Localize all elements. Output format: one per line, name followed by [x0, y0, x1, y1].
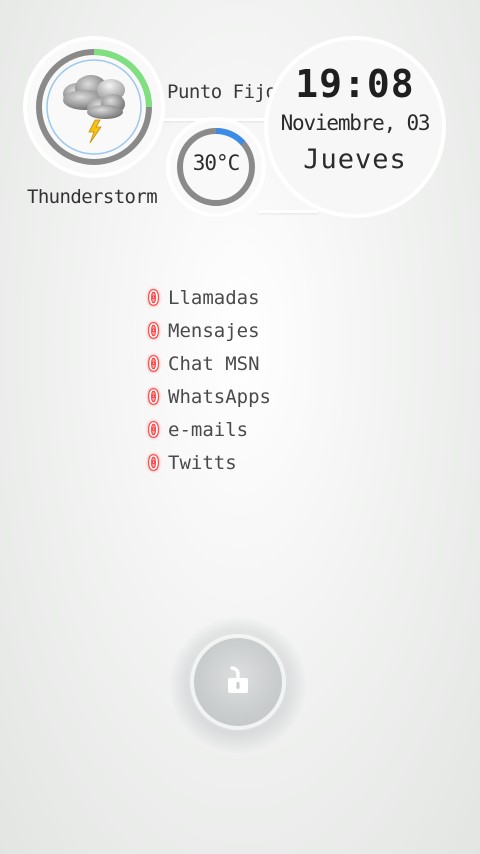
weather-widget[interactable]	[27, 40, 161, 174]
notification-whatsapp[interactable]: 0 WhatsApps	[146, 380, 271, 413]
notification-twitts[interactable]: 0 Twitts	[146, 446, 271, 479]
notification-count-badge: 0	[147, 450, 160, 475]
notification-count-badge: 0	[147, 351, 160, 376]
clock-widget[interactable]: 19:08 Noviembre, 03 Jueves	[268, 40, 442, 214]
notification-emails[interactable]: 0 e-mails	[146, 413, 271, 446]
notification-count-badge: 0	[147, 318, 160, 343]
unlock-button[interactable]	[194, 638, 282, 726]
notification-label: Mensajes	[168, 319, 260, 342]
clock-time: 19:08	[295, 62, 415, 106]
notification-label: Chat MSN	[168, 352, 260, 375]
clock-day: Jueves	[303, 144, 407, 175]
notification-count-badge: 0	[147, 417, 160, 442]
notification-count-badge: 0	[147, 285, 160, 310]
clock-date: Noviembre, 03	[280, 111, 431, 135]
notification-calls[interactable]: 0 Llamadas	[146, 281, 271, 314]
temperature-value: 30°C	[192, 151, 241, 175]
unlock-icon	[228, 666, 248, 693]
temperature-widget[interactable]: 30°C	[170, 121, 262, 213]
notification-list: 0 Llamadas 0 Mensajes 0 Chat MSN 0 Whats…	[146, 281, 271, 479]
notification-label: WhatsApps	[168, 385, 271, 408]
notification-messages[interactable]: 0 Mensajes	[146, 314, 271, 347]
notification-msn[interactable]: 0 Chat MSN	[146, 347, 271, 380]
notification-count-badge: 0	[147, 384, 160, 409]
thunderstorm-icon	[63, 75, 125, 144]
notification-label: e-mails	[168, 418, 249, 441]
notification-label: Twitts	[168, 451, 237, 474]
notification-label: Llamadas	[168, 286, 260, 309]
weather-condition: Thunderstorm	[27, 186, 158, 208]
connector-temp-clock	[258, 210, 318, 213]
city-name: Punto Fijo	[167, 81, 277, 103]
